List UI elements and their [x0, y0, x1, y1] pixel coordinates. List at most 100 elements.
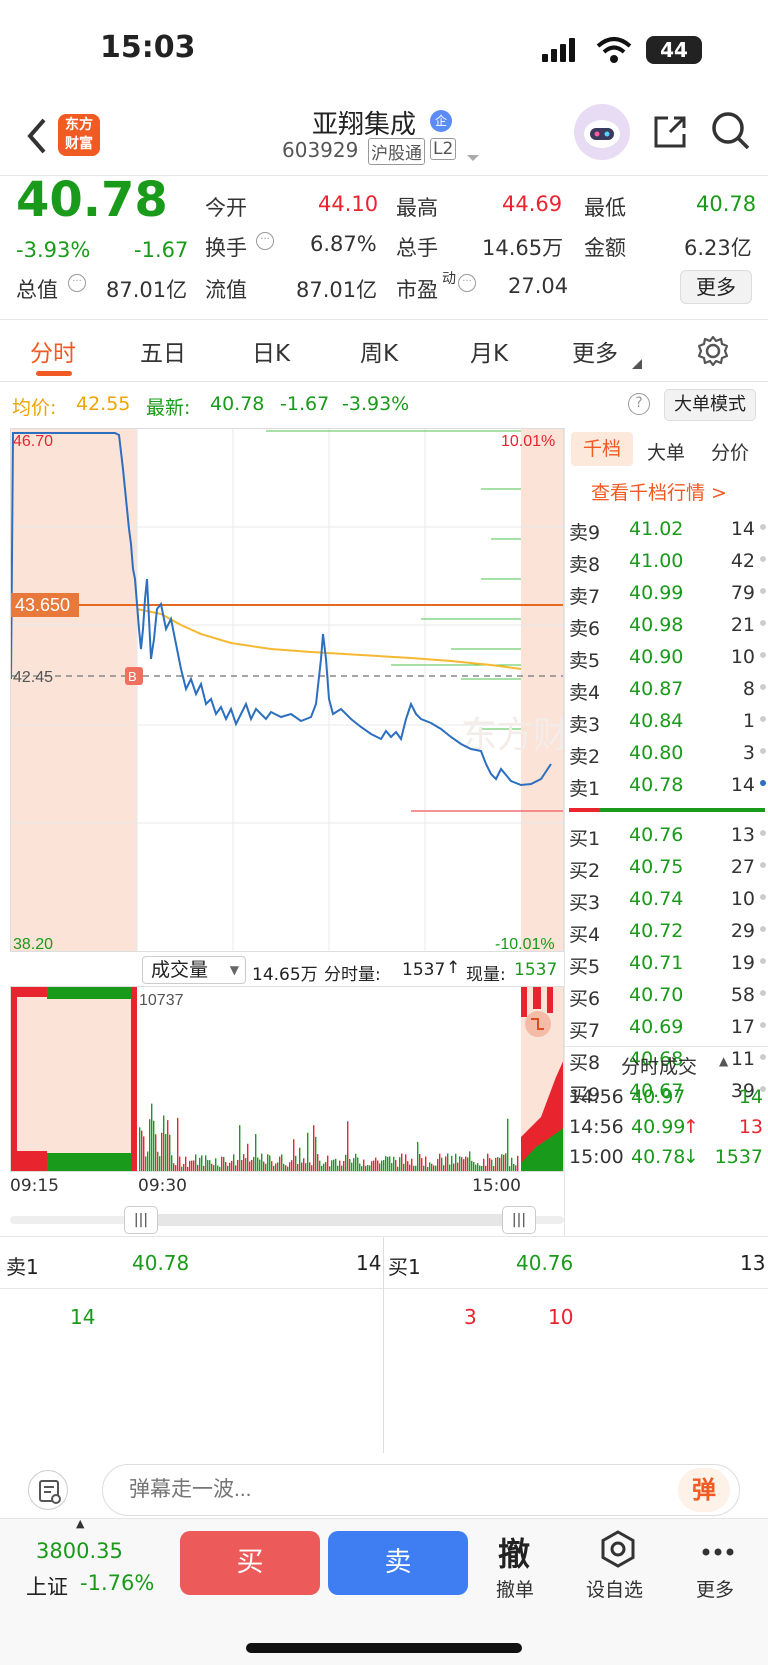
volume-bar [399, 1157, 401, 1171]
queue-sell-label: 卖1 [6, 1255, 39, 1279]
bid-row[interactable]: 买6 40.70 58 [565, 980, 768, 1012]
volume-bar [239, 1125, 241, 1171]
mktcap-label: 总值 [16, 278, 58, 302]
back-icon[interactable] [22, 116, 52, 156]
bid-level: 买5 [569, 956, 601, 978]
index-value[interactable]: 3800.35 [36, 1539, 123, 1563]
time-label-start: 09:15 [10, 1176, 59, 1196]
chevron-down-icon[interactable] [466, 148, 480, 161]
info-circle-icon[interactable]: ··· [256, 232, 274, 250]
bid-row[interactable]: 买2 40.75 27 [565, 852, 768, 884]
slider-left-handle[interactable]: ||| [124, 1206, 158, 1234]
ask-price: 40.87 [629, 678, 684, 700]
add-watchlist-label[interactable]: 设自选 [586, 1575, 643, 1602]
bid-row[interactable]: 买4 40.72 29 [565, 916, 768, 948]
volume-bar [235, 1165, 237, 1171]
y-axis-min: 38.20 [13, 936, 53, 952]
ask-row[interactable]: 卖9 41.02 14 [565, 514, 768, 546]
level2-queue: 卖1 40.78 14 买1 40.76 13 14 3 10 [0, 1236, 768, 1453]
ask-row[interactable]: 卖4 40.87 8 [565, 674, 768, 706]
bid-row[interactable]: 买3 40.74 10 [565, 884, 768, 916]
bid-level: 买4 [569, 924, 601, 946]
big-order-mode-button[interactable]: 大单模式 [664, 389, 756, 421]
share-icon[interactable] [650, 112, 690, 152]
volume-bar [385, 1156, 387, 1171]
closing-auction-zone [521, 429, 563, 951]
volume-chart-svg: 10737 [11, 987, 563, 1171]
tab-price-distribution[interactable]: 分价 [711, 438, 749, 465]
period-tabs: 分时 五日 日K 周K 月K 更多 [0, 320, 768, 382]
tab-weekly-k[interactable]: 周K [360, 334, 398, 368]
tab-five-day[interactable]: 五日 [140, 334, 186, 368]
volume-bar [447, 1153, 449, 1171]
mktcap-value: 87.01亿 [106, 278, 188, 302]
danmu-settings-icon[interactable] [28, 1470, 68, 1510]
tab-monthly-k[interactable]: 月K [470, 334, 508, 368]
bid-row[interactable]: 买1 40.76 13 [565, 820, 768, 852]
volume-chart[interactable]: 10737 [10, 986, 564, 1172]
volume-bar [199, 1157, 201, 1171]
status-time: 15:03 [100, 30, 196, 65]
trade-price: 40.99 [631, 1116, 686, 1138]
view-depth-link[interactable]: 查看千档行情 > [591, 478, 727, 505]
danmu-toggle-button[interactable]: 弹 [678, 1468, 730, 1512]
indicator-selector[interactable]: 成交量 ▼ [142, 956, 246, 984]
search-icon[interactable] [710, 110, 750, 152]
sell-button[interactable]: 卖 [328, 1531, 468, 1595]
tab-more[interactable]: 更多 [572, 334, 618, 368]
top-nav: 东方财富 亚翔集成 企 603929 沪股通 L2 [0, 100, 768, 176]
tab-intraday[interactable]: 分时 [30, 334, 76, 368]
ask-price: 40.78 [629, 774, 684, 796]
ask-row[interactable]: 卖1 40.78 14 [565, 770, 768, 802]
slider-right-handle[interactable]: ||| [502, 1206, 536, 1234]
turnover-label: 换手 [205, 236, 247, 260]
ask-row[interactable]: 卖8 41.00 42 [565, 546, 768, 578]
bid-row[interactable]: 买7 40.69 17 [565, 1012, 768, 1044]
time-range-slider[interactable]: ||| ||| [10, 1204, 564, 1234]
amount-label: 金额 [584, 236, 626, 260]
trades-title[interactable]: 分时成交 [621, 1052, 697, 1079]
robot-avatar-icon[interactable] [574, 104, 630, 160]
tab-big-order[interactable]: 大单 [647, 438, 685, 465]
bid-price: 40.76 [629, 824, 684, 846]
volume-bar [383, 1160, 385, 1171]
ask-row[interactable]: 卖7 40.99 79 [565, 578, 768, 610]
info-circle-icon[interactable]: ··· [458, 274, 476, 292]
index-name[interactable]: 上证 [26, 1571, 68, 1601]
buy-button[interactable]: 买 [180, 1531, 320, 1595]
danmu-input[interactable] [102, 1464, 740, 1516]
index-change[interactable]: -1.76% [80, 1571, 154, 1595]
queue-buy-volume: 13 [740, 1251, 766, 1275]
volume-bar [381, 1160, 383, 1171]
volume-bar [211, 1163, 213, 1171]
watchlist-hexagon-icon[interactable] [598, 1529, 638, 1569]
intraday-price-chart[interactable]: 东方财富 43.650 B 46.70 42.45 38.20 10.01% -… [10, 428, 564, 952]
triangle-down-icon: ▼ [229, 963, 239, 977]
volume-bar [219, 1166, 221, 1171]
more-label[interactable]: 更多 [696, 1575, 734, 1602]
more-dots-icon[interactable] [700, 1543, 736, 1556]
triangle-up-icon[interactable]: ▲ [719, 1054, 728, 1068]
bid-level: 买1 [569, 828, 601, 850]
cancel-order-icon[interactable]: 撤 [498, 1529, 530, 1575]
cancel-order-label[interactable]: 撤单 [496, 1575, 534, 1602]
bid-row[interactable]: 买5 40.71 19 [565, 948, 768, 980]
ask-row[interactable]: 卖2 40.80 3 [565, 738, 768, 770]
volume-bar [227, 1165, 229, 1171]
volume-bar [157, 1151, 159, 1171]
drag-handle-icon[interactable] [525, 1011, 551, 1037]
volume-bar [487, 1153, 489, 1171]
tab-depth[interactable]: 千档 [571, 432, 633, 466]
settings-gear-icon[interactable] [696, 334, 730, 368]
volume-bar [493, 1166, 495, 1171]
tab-daily-k[interactable]: 日K [252, 334, 290, 368]
ask-row[interactable]: 卖5 40.90 10 [565, 642, 768, 674]
volume-bar [283, 1163, 285, 1171]
help-icon[interactable]: ? [628, 393, 650, 415]
bid-level: 买3 [569, 892, 601, 914]
volume-bar [247, 1143, 249, 1171]
ask-row[interactable]: 卖6 40.98 21 [565, 610, 768, 642]
more-button[interactable]: 更多 [680, 270, 752, 304]
ask-row[interactable]: 卖3 40.84 1 [565, 706, 768, 738]
info-circle-icon[interactable]: ··· [68, 274, 86, 292]
